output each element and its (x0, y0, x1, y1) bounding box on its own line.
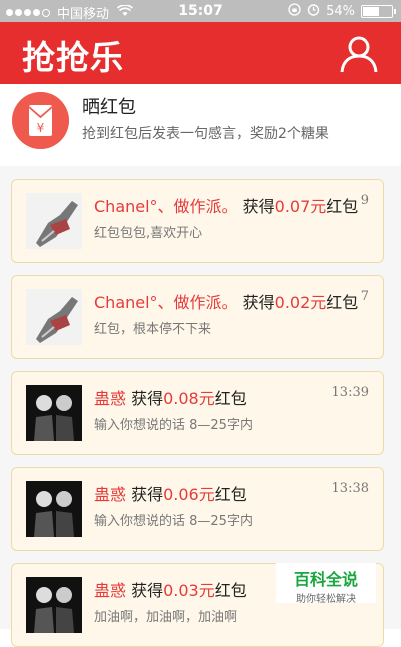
card-headline: 蛊惑 获得0.06元红包 (94, 481, 247, 505)
amount: 0.06元 (163, 485, 215, 504)
svg-text:¥: ¥ (37, 121, 45, 135)
card-headline: Chanel°、做作派。 获得0.07元红包 (94, 193, 358, 217)
watermark-title: 百科全说 (293, 570, 358, 589)
red-packet-label: 红包 (326, 293, 359, 312)
feed-card[interactable]: 蛊惑 获得0.06元红包 13:38 输入你想说的话 8—25字内 (11, 467, 384, 551)
timestamp: 13:38 (331, 481, 369, 496)
avatar (26, 385, 82, 441)
nickname[interactable]: 蛊惑 (94, 389, 126, 408)
share-subtitle: 抢到红包后发表一句感言，奖励2个糖果 (82, 126, 329, 142)
feed-card[interactable]: Chanel°、做作派。 获得0.02元红包 7 红包，根本停不下来 (11, 275, 384, 359)
card-message: 红包包包,喜欢开心 (94, 226, 203, 241)
got-label: 获得 (237, 197, 275, 216)
got-label: 获得 (126, 485, 164, 504)
share-red-packet-banner[interactable]: ¥ 晒红包 抢到红包后发表一句感言，奖励2个糖果 (0, 84, 401, 166)
avatar (26, 481, 82, 537)
alarm-icon (307, 3, 320, 20)
nickname[interactable]: 蛊惑 (94, 485, 126, 504)
watermark-logo: 百科全说 助你轻松解决 (276, 563, 376, 605)
feed-card[interactable]: 蛊惑 获得0.08元红包 13:39 输入你想说的话 8—25字内 (11, 371, 384, 455)
feed-card[interactable]: Chanel°、做作派。 获得0.07元红包 9 红包包包,喜欢开心 (11, 179, 384, 263)
avatar (26, 577, 82, 633)
timestamp: 9 (360, 193, 369, 208)
red-envelope-icon: ¥ (12, 92, 69, 149)
app-title: 抢抢乐 (22, 38, 124, 77)
rotation-lock-icon (288, 3, 301, 20)
timestamp: 7 (360, 289, 369, 304)
red-packet-feed: Chanel°、做作派。 获得0.07元红包 9 红包包包,喜欢开心 Chanel°、… (0, 166, 401, 647)
nickname[interactable]: 蛊惑 (94, 581, 126, 600)
card-headline: 蛊惑 获得0.08元红包 (94, 385, 247, 409)
share-title: 晒红包 (82, 97, 136, 118)
avatar (26, 193, 82, 249)
got-label: 获得 (126, 389, 164, 408)
card-message: 加油啊，加油啊，加油啊 (94, 610, 238, 625)
timestamp: 13:39 (331, 385, 369, 400)
amount: 0.03元 (163, 581, 215, 600)
card-headline: Chanel°、做作派。 获得0.02元红包 (94, 289, 358, 313)
user-profile-icon[interactable] (339, 34, 379, 74)
battery-percent: 54% (326, 4, 355, 19)
nickname[interactable]: Chanel°、做作派。 (94, 293, 238, 312)
got-label: 获得 (237, 293, 275, 312)
battery-icon (361, 5, 396, 18)
red-packet-label: 红包 (214, 389, 247, 408)
nickname[interactable]: Chanel°、做作派。 (94, 197, 238, 216)
red-packet-label: 红包 (214, 581, 247, 600)
card-message: 输入你想说的话 8—25字内 (94, 514, 253, 529)
amount: 0.02元 (274, 293, 327, 312)
status-bar: 中国移动 15:07 54% (0, 0, 401, 22)
got-label: 获得 (126, 581, 164, 600)
card-message: 输入你想说的话 8—25字内 (94, 418, 253, 433)
card-message: 红包，根本停不下来 (94, 322, 212, 337)
watermark-subtitle: 助你轻松解决 (296, 594, 356, 605)
card-headline: 蛊惑 获得0.03元红包 (94, 577, 247, 601)
app-header: 抢抢乐 (0, 22, 401, 84)
avatar (26, 289, 82, 345)
amount: 0.08元 (163, 389, 215, 408)
amount: 0.07元 (274, 197, 327, 216)
red-packet-label: 红包 (214, 485, 247, 504)
red-packet-label: 红包 (326, 197, 359, 216)
